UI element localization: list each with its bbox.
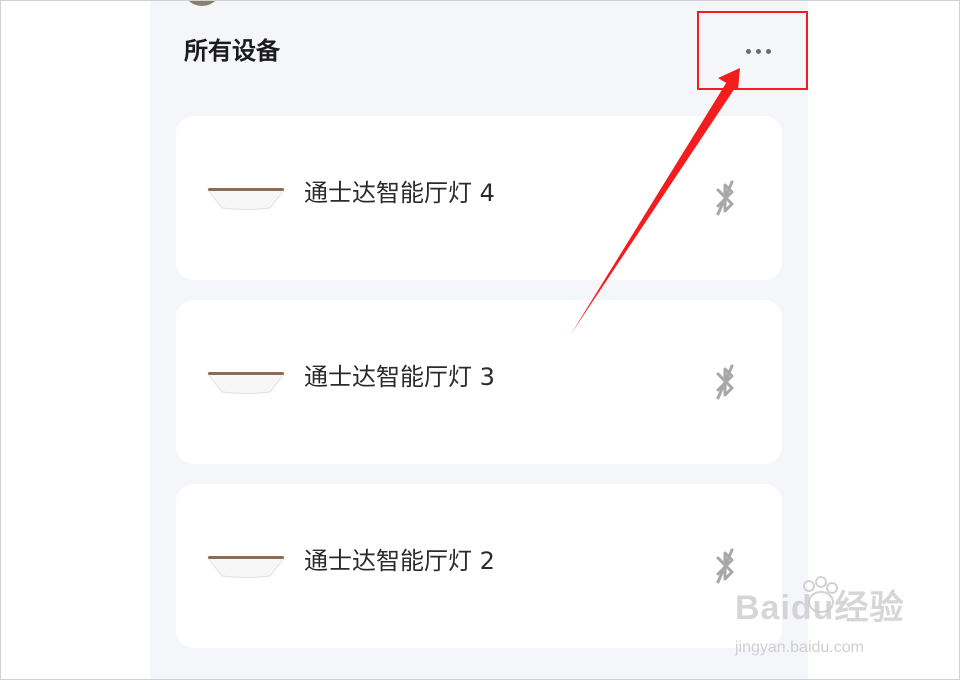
watermark: Baidu经验 jingyan.baidu.com — [735, 576, 915, 666]
watermark-logo: Baidu经验 — [735, 589, 905, 627]
watermark-url: jingyan.baidu.com — [735, 639, 864, 656]
